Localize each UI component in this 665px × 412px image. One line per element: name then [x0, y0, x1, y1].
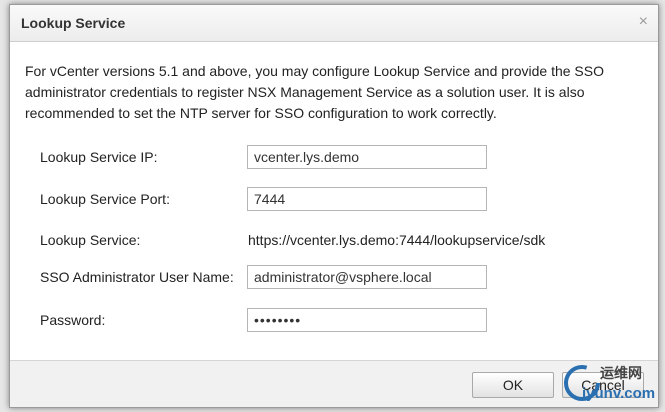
watermark-domain: iyunv.com	[582, 385, 656, 402]
sso-user-input[interactable]	[247, 265, 487, 289]
lookup-ip-row: Lookup Service IP:	[40, 145, 600, 171]
intro-text: For vCenter versions 5.1 and above, you …	[25, 63, 604, 121]
lookup-ip-input[interactable]	[247, 145, 487, 169]
watermark-logo: 运维网 iyunv.com	[560, 361, 656, 405]
lookup-service-label: Lookup Service:	[40, 232, 141, 248]
password-row: Password:	[40, 308, 600, 334]
dialog-titlebar: Lookup Service ×	[10, 5, 658, 42]
lookup-ip-label: Lookup Service IP:	[40, 149, 158, 165]
watermark-text: 运维网	[600, 365, 642, 381]
lookup-service-row: Lookup Service: https://vcenter.lys.demo…	[40, 228, 600, 254]
dialog-footer: OK Cancel 运维网 iyunv.com	[10, 360, 658, 407]
lookup-port-label: Lookup Service Port:	[40, 191, 170, 207]
lookup-service-dialog: Lookup Service × For vCenter versions 5.…	[9, 4, 659, 408]
ok-button[interactable]: OK	[472, 372, 554, 398]
sso-user-label: SSO Administrator User Name:	[40, 269, 234, 285]
password-label: Password:	[40, 312, 106, 328]
dialog-title: Lookup Service	[21, 15, 126, 31]
sso-user-row: SSO Administrator User Name:	[40, 265, 600, 291]
password-input[interactable]	[247, 308, 487, 332]
lookup-port-row: Lookup Service Port:	[40, 187, 600, 213]
lookup-port-input[interactable]	[247, 187, 487, 211]
close-icon[interactable]: ×	[639, 14, 648, 30]
lookup-service-url: https://vcenter.lys.demo:7444/lookupserv…	[248, 232, 546, 248]
